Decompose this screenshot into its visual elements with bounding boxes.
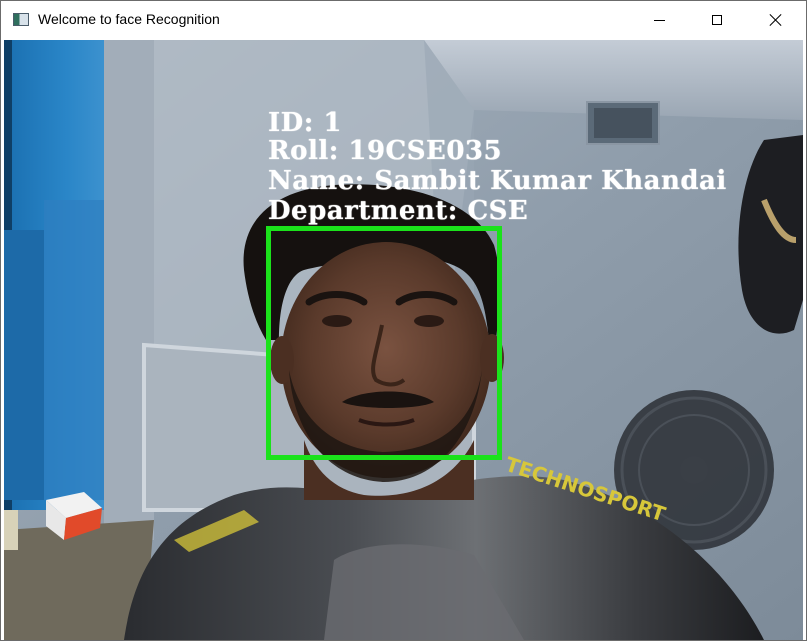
maximize-icon — [712, 15, 722, 25]
window-title: Welcome to face Recognition — [38, 11, 220, 27]
recognized-roll-label: Roll: 19CSE035 — [268, 136, 503, 166]
recognized-name-label: Name: Sambit Kumar Khandai — [268, 166, 727, 196]
app-icon — [13, 13, 29, 26]
door-frame — [4, 230, 44, 500]
minimize-button[interactable] — [630, 1, 688, 39]
close-button[interactable] — [746, 1, 804, 39]
wall-cabinet-inner — [594, 108, 652, 138]
cup — [4, 510, 18, 550]
camera-feed: TECHNOSPORT ID: 1 Roll: 19CSE035 Name: S… — [4, 40, 803, 640]
app-window: Welcome to face Recognition TECHNOSPORT … — [0, 0, 807, 641]
face-detection-box — [266, 226, 502, 460]
title-bar[interactable]: Welcome to face Recognition — [1, 1, 806, 39]
maximize-button[interactable] — [688, 1, 746, 39]
minimize-icon — [653, 19, 665, 21]
close-icon — [769, 14, 781, 26]
recognized-id-label: ID: 1 — [268, 108, 342, 138]
door-panel — [44, 200, 104, 500]
recognized-department-label: Department: CSE — [268, 196, 529, 226]
